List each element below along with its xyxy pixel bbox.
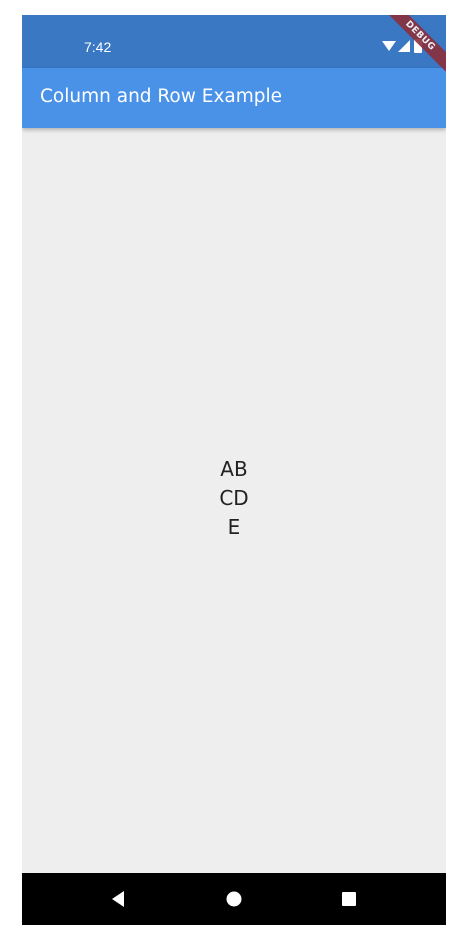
cell-e: E (227, 515, 241, 539)
home-icon[interactable] (224, 889, 244, 909)
row-3: E (228, 513, 241, 542)
status-bar: 7:42 (22, 15, 446, 68)
row-2: C D (219, 484, 248, 513)
cell-d: D (233, 486, 249, 510)
content-area: A B C D E (22, 128, 446, 873)
app-title: Column and Row Example (40, 86, 283, 107)
device-screen: 7:42 Column and Row Example A B C D E DE… (22, 15, 446, 925)
recents-icon[interactable] (339, 889, 359, 909)
row-1: A B (220, 455, 247, 484)
app-bar: Column and Row Example (22, 68, 446, 128)
cell-b: B (233, 457, 248, 481)
wifi-icon (382, 41, 396, 51)
cell-c: C (219, 486, 234, 510)
status-time: 7:42 (84, 39, 112, 55)
back-icon[interactable] (109, 889, 129, 909)
column: A B C D E (22, 455, 446, 542)
navigation-bar (22, 873, 446, 925)
signal-icon (398, 40, 410, 52)
cell-a: A (220, 457, 234, 481)
